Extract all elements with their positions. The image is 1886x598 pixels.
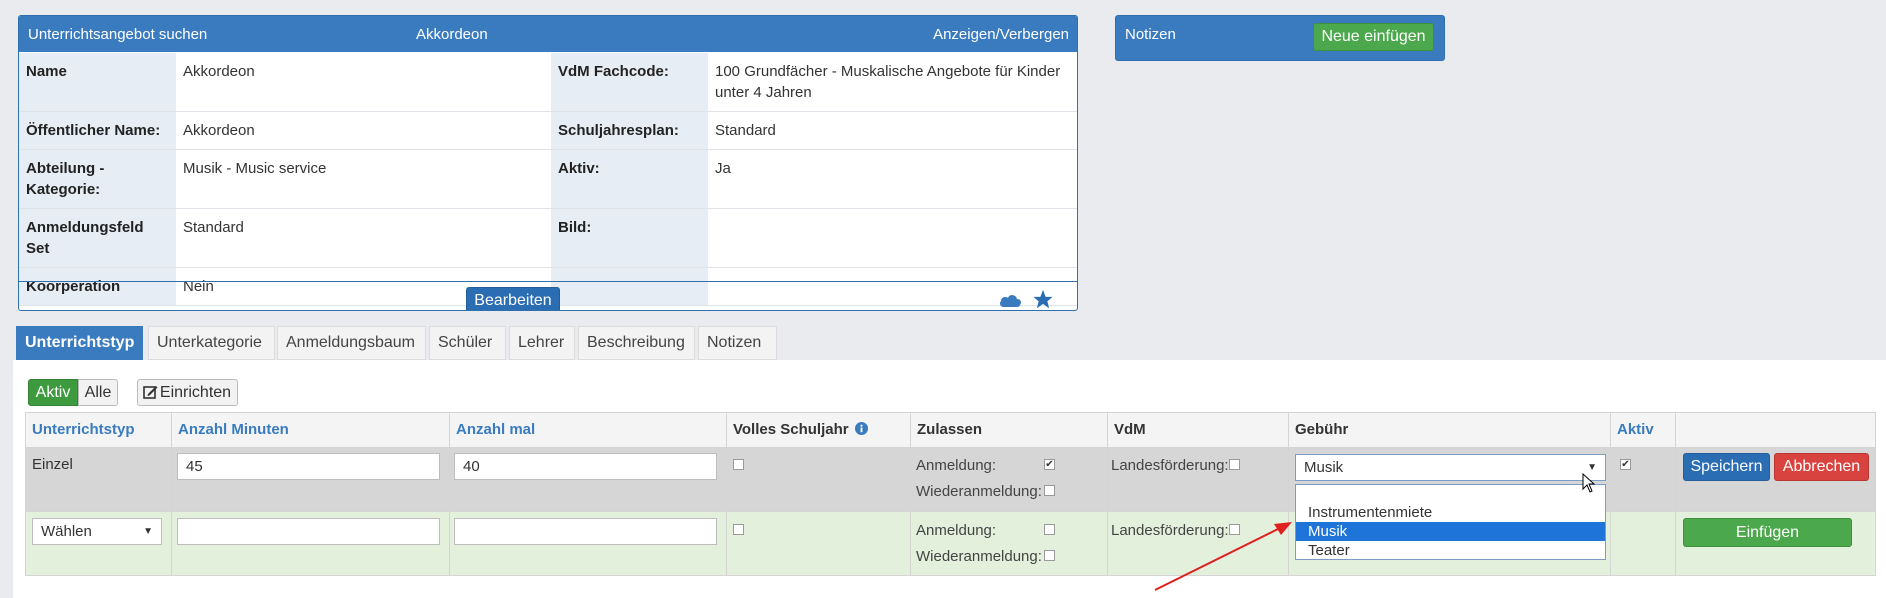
course-info-panel: Unterrichtsangebot suchen Akkordeon Anze… [18, 15, 1078, 311]
save-button[interactable]: Speichern [1683, 453, 1770, 481]
info-row: Abteilung - Kategorie: Musik - Music ser… [19, 149, 1077, 209]
new-full-year-checkbox[interactable] [733, 524, 744, 535]
fee-dropdown-list: Instrumentenmiete Musik Teater [1295, 484, 1606, 560]
col-volles-schuljahr: Volles Schuljahr [726, 412, 911, 448]
filter-active-button[interactable]: Aktiv [28, 379, 78, 406]
new-anmeldung-checkbox[interactable] [1044, 524, 1055, 535]
new-minutes-input[interactable] [177, 518, 440, 545]
col-zulassen: Zulassen [910, 412, 1108, 448]
info-value: Musik - Music service [176, 149, 551, 209]
setup-label: Einrichten [159, 384, 232, 401]
mouse-cursor-icon [1582, 473, 1596, 493]
filter-all-button[interactable]: Alle [78, 379, 118, 406]
active-checkbox[interactable]: ✔ [1620, 459, 1631, 470]
tab-unterkategorie[interactable]: Unterkategorie [148, 326, 275, 360]
col-anzahl-mal[interactable]: Anzahl mal [449, 412, 727, 448]
table-header-row: Unterrichtstyp Anzahl Minuten Anzahl mal… [25, 412, 1876, 448]
times-input[interactable]: 40 [454, 453, 717, 480]
wiederanmeldung-checkbox[interactable] [1044, 485, 1055, 496]
tab-beschreibung[interactable]: Beschreibung [578, 326, 695, 360]
fee-option-musik[interactable]: Musik [1296, 522, 1605, 541]
info-row: Name Akkordeon VdM Fachcode: 100 Grundfä… [19, 53, 1077, 112]
tab-schueler[interactable]: Schüler [429, 326, 506, 360]
new-wiederanmeldung-label: Wiederanmeldung: [916, 548, 1042, 565]
panel-title: Akkordeon [416, 26, 488, 43]
fee-select[interactable]: Musik ▼ [1295, 454, 1606, 481]
info-label: Name [19, 53, 176, 112]
cancel-button[interactable]: Abbrechen [1774, 453, 1869, 481]
add-note-button[interactable]: Neue einfügen [1313, 23, 1434, 51]
tab-notizen[interactable]: Notizen [698, 326, 777, 360]
annotation-arrow-icon [1154, 522, 1292, 591]
info-value [708, 208, 1077, 268]
info-value: Standard [176, 208, 551, 268]
wiederanmeldung-label: Wiederanmeldung: [916, 483, 1042, 500]
info-label: Anmeldungsfeld Set [19, 208, 176, 268]
col-actions [1675, 412, 1876, 448]
cloud-icon[interactable] [998, 292, 1022, 308]
fee-select-value: Musik [1304, 459, 1344, 476]
panel-footer: Bearbeiten [19, 281, 1077, 310]
search-course-link[interactable]: Unterrichtsangebot suchen [28, 26, 207, 43]
edit-icon [143, 386, 158, 399]
fee-option-instrumentenmiete[interactable]: Instrumentenmiete [1296, 503, 1605, 522]
full-year-checkbox[interactable] [733, 459, 744, 470]
edit-button[interactable]: Bearbeiten [466, 287, 560, 310]
col-aktiv[interactable]: Aktiv [1610, 412, 1676, 448]
type-value: Einzel [32, 456, 73, 473]
cell-active [1610, 447, 1676, 512]
info-value: Standard [708, 111, 1077, 150]
new-anmeldung-label: Anmeldung: [916, 522, 997, 539]
fee-option-teater[interactable]: Teater [1296, 541, 1605, 560]
info-label: VdM Fachcode: [551, 53, 708, 112]
info-row: Anmeldungsfeld Set Standard Bild: [19, 208, 1077, 268]
col-unterrichtstyp[interactable]: Unterrichtstyp [25, 412, 172, 448]
info-row: Öffentlicher Name: Akkordeon Schuljahres… [19, 111, 1077, 150]
tab-unterrichtstyp[interactable]: Unterrichtstyp [16, 326, 143, 360]
info-label: Bild: [551, 208, 708, 268]
new-wiederanmeldung-checkbox[interactable] [1044, 550, 1055, 561]
cell-full-year [726, 511, 911, 576]
info-label: Abteilung - Kategorie: [19, 149, 176, 209]
cell-active [1610, 511, 1676, 576]
landesfoerderung-label: Landesförderung: [1111, 457, 1229, 474]
fee-option-empty[interactable] [1296, 485, 1605, 504]
info-label: Aktiv: [551, 149, 708, 209]
new-times-input[interactable] [454, 518, 717, 545]
tab-anmeldungsbaum[interactable]: Anmeldungsbaum [277, 326, 426, 360]
info-value: Ja [708, 149, 1077, 209]
notes-title: Notizen [1125, 26, 1176, 43]
info-value: Akkordeon [176, 53, 551, 112]
anmeldung-label: Anmeldung: [916, 457, 997, 474]
col-gebuehr: Gebühr [1288, 412, 1611, 448]
insert-button[interactable]: Einfügen [1683, 518, 1852, 547]
minutes-input[interactable]: 45 [177, 453, 440, 480]
col-anzahl-minuten[interactable]: Anzahl Minuten [171, 412, 450, 448]
col-vdm: VdM [1107, 412, 1289, 448]
info-label: Öffentlicher Name: [19, 111, 176, 150]
anmeldung-checkbox[interactable]: ✔ [1044, 459, 1055, 470]
chevron-down-icon: ▼ [143, 526, 153, 537]
panel-header: Unterrichtsangebot suchen Akkordeon Anze… [19, 16, 1077, 52]
tab-lehrer[interactable]: Lehrer [509, 326, 575, 360]
cell-type: Einzel [25, 447, 172, 512]
info-label: Schuljahresplan: [551, 111, 708, 150]
info-value: Akkordeon [176, 111, 551, 150]
toggle-visibility-link[interactable]: Anzeigen/Verbergen [933, 26, 1069, 43]
course-info-table: Name Akkordeon VdM Fachcode: 100 Grundfä… [19, 53, 1077, 306]
landesfoerderung-checkbox[interactable] [1229, 459, 1240, 470]
type-select[interactable]: Wählen ▼ [32, 518, 162, 545]
cell-full-year [726, 447, 911, 512]
star-icon[interactable] [1032, 289, 1054, 310]
col-volles-schuljahr-label: Volles Schuljahr [733, 421, 849, 438]
notes-panel: Notizen Neue einfügen [1115, 15, 1445, 61]
info-value: 100 Grundfächer - Muskalische Angebote f… [708, 53, 1077, 112]
type-select-value: Wählen [41, 523, 92, 540]
info-icon[interactable] [854, 422, 868, 435]
